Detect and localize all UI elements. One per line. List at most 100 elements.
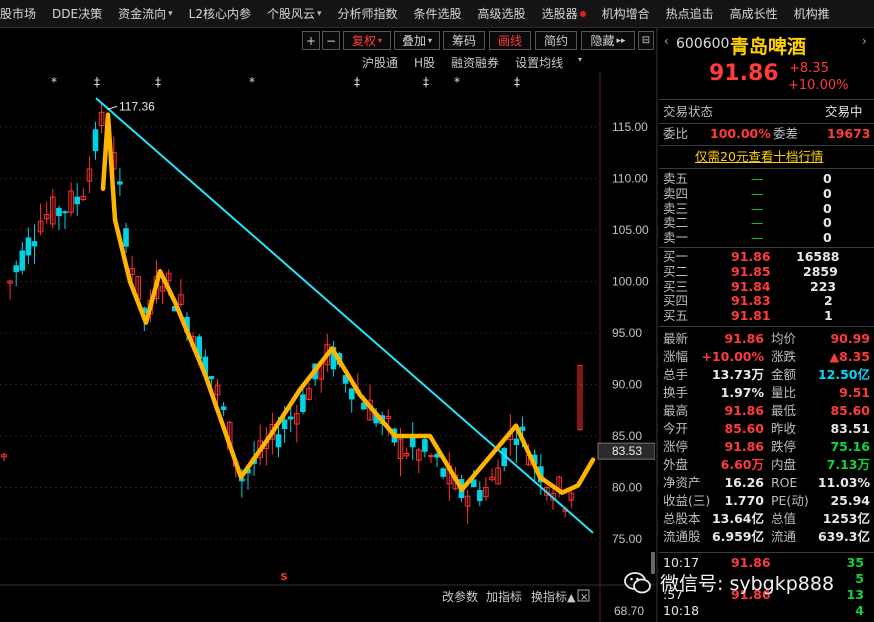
menu-item[interactable]: L2核心内参 — [181, 0, 259, 27]
stat-label: ROE — [771, 475, 798, 490]
menu-item[interactable]: DDE决策 — [44, 0, 110, 27]
stat-value: 91.86 — [724, 439, 764, 454]
bid-label: 买一 — [663, 249, 689, 264]
menu-item[interactable]: 选股器 — [534, 0, 594, 27]
marker-icon: ‡ — [155, 75, 161, 89]
candle-down — [208, 376, 215, 380]
bid-volume: 16588 — [796, 249, 840, 264]
margin-link[interactable]: 融资融券 — [451, 54, 499, 72]
stat-label: 涨幅 — [663, 349, 689, 364]
ma-settings-link[interactable]: 设置均线 — [515, 54, 563, 72]
chevron-right-icon[interactable]: › — [862, 34, 867, 48]
trend-line[interactable] — [95, 97, 594, 534]
bid-price: 91.83 — [731, 293, 771, 309]
menu-item[interactable]: 高级选股 — [470, 0, 534, 27]
price-tick-label: 95.00 — [612, 326, 642, 340]
stat-row: 最新 91.86 均价 90.99 — [659, 330, 874, 348]
stat-value: 7.13万 — [826, 457, 870, 472]
draw-line-button[interactable]: 画线 — [489, 31, 531, 50]
bid-price: 91.84 — [731, 278, 771, 294]
candle-down — [13, 265, 19, 273]
chips-button[interactable]: 筹码 — [443, 31, 485, 50]
indicator-button[interactable]: 改参数 — [442, 589, 478, 604]
stat-label: PE(动) — [771, 493, 809, 508]
weibi-label: 委比 — [663, 126, 689, 141]
menu-item[interactable]: 个股风云 ▾ — [259, 0, 330, 27]
stat-label: 总值 — [771, 511, 797, 526]
chart-sub-bar: 沪股通 H股 融资融券 设置均线 — [362, 54, 579, 72]
stat-row: 最高 91.86 最低 85.60 — [659, 402, 874, 420]
kline-chart[interactable]: 115.00110.00105.00100.0095.0090.0085.008… — [0, 72, 655, 622]
marker-icon: * — [249, 75, 255, 89]
bid-volume: 2 — [824, 293, 833, 309]
menu-item-label: 高级选股 — [477, 7, 526, 21]
hshare-link[interactable]: H股 — [414, 54, 435, 72]
candle-down — [477, 489, 483, 502]
menu-item[interactable]: 分析师指数 — [330, 0, 406, 27]
stat-row: 换手 1.97% 量比 9.51 — [659, 384, 874, 402]
candle-down — [123, 228, 129, 247]
menu-item[interactable]: 热点追击 — [658, 0, 722, 27]
candle-down — [25, 237, 32, 256]
menu-item[interactable]: 机构增合 — [594, 0, 658, 27]
zoom-out-button[interactable]: − — [322, 31, 340, 50]
ask-volume: 0 — [823, 171, 832, 186]
stat-label: 净资产 — [663, 475, 701, 490]
ask-volume: 0 — [823, 215, 832, 231]
stat-value: 91.86 — [724, 331, 764, 346]
menu-item[interactable]: 资金流向 ▾ — [110, 0, 181, 27]
candle-down — [348, 388, 355, 400]
candle-down — [92, 129, 99, 152]
hide-panel-button[interactable]: 隐藏 ▸▸ — [581, 31, 635, 50]
menu-item-label: 条件选股 — [413, 7, 462, 21]
promo-row[interactable]: 仅需20元查看十档行情 — [659, 148, 874, 166]
pin-icon[interactable]: ⊟ — [638, 31, 654, 50]
stat-value: 85.60 — [830, 403, 870, 418]
fuquan-button[interactable]: 复权 ▾ — [343, 31, 391, 50]
stat-value: 11.03% — [817, 475, 870, 490]
menu-item-label: 机构增合 — [601, 7, 650, 21]
stat-label: 流通股 — [663, 529, 701, 544]
ask-row: 卖五 — 0 — [659, 171, 874, 187]
menu-item-label: 资金流向 — [118, 7, 167, 21]
indicator-button[interactable]: 换指标 — [531, 589, 567, 604]
menu-item[interactable]: 机构推 — [786, 0, 838, 27]
stat-row: 收益(三) 1.770 PE(动) 25.94 — [659, 492, 874, 510]
stat-label: 涨跌 — [771, 349, 797, 364]
settings-icon[interactable]: ▲ — [567, 591, 576, 604]
hgt-link[interactable]: 沪股通 — [362, 54, 398, 72]
menu-item-label: 机构推 — [793, 7, 830, 21]
stat-value: 6.959亿 — [711, 529, 764, 544]
stat-label: 内盘 — [771, 457, 797, 472]
ask-row: 卖三 — 0 — [659, 201, 874, 217]
stat-value: 13.64亿 — [711, 511, 764, 526]
panel-divider[interactable] — [656, 28, 658, 622]
menu-item[interactable]: 条件选股 — [406, 0, 470, 27]
menu-item[interactable]: 股市场 — [0, 0, 44, 27]
chevron-left-icon[interactable]: ‹ — [664, 34, 669, 48]
stat-row: 净资产 16.26 ROE 11.03% — [659, 474, 874, 492]
peak-label: 117.36 — [119, 99, 155, 113]
ask-row: 卖二 — 0 — [659, 215, 874, 231]
ask-price: — — [751, 215, 764, 231]
wechat-icon — [624, 571, 651, 593]
simple-mode-button[interactable]: 简约 — [535, 31, 577, 50]
stat-value: 9.51 — [839, 385, 870, 400]
chart-toolbar: + − 复权 ▾ 叠加 ▾ 筹码 画线 简约 隐藏 ▸▸ ⊟ — [0, 28, 655, 53]
promo-link[interactable]: 仅需20元查看十档行情 — [695, 148, 823, 166]
stat-label: 流通 — [771, 529, 797, 544]
zoom-in-button[interactable]: + — [302, 31, 320, 50]
trade-status-value: 交易中 — [825, 104, 863, 119]
indicator-button[interactable]: 加指标 — [486, 589, 522, 604]
bid-volume: 2859 — [803, 263, 838, 279]
ask-label: 卖四 — [663, 185, 689, 201]
candle-down — [409, 436, 416, 448]
bid-price: 91.85 — [731, 263, 771, 279]
stat-label: 最高 — [663, 403, 689, 418]
top-menu-bar: 股市场 DDE决策 资金流向 ▾ L2核心内参 个股风云 ▾ 分析师指数 条件选股 高级选股 选股器… — [0, 0, 874, 28]
overlay-button[interactable]: 叠加 ▾ — [394, 31, 440, 50]
stat-label: 量比 — [771, 385, 797, 400]
tick-volume: 4 — [855, 603, 864, 618]
menu-item[interactable]: 高成长性 — [722, 0, 786, 27]
menu-item-label: 高成长性 — [729, 7, 778, 21]
